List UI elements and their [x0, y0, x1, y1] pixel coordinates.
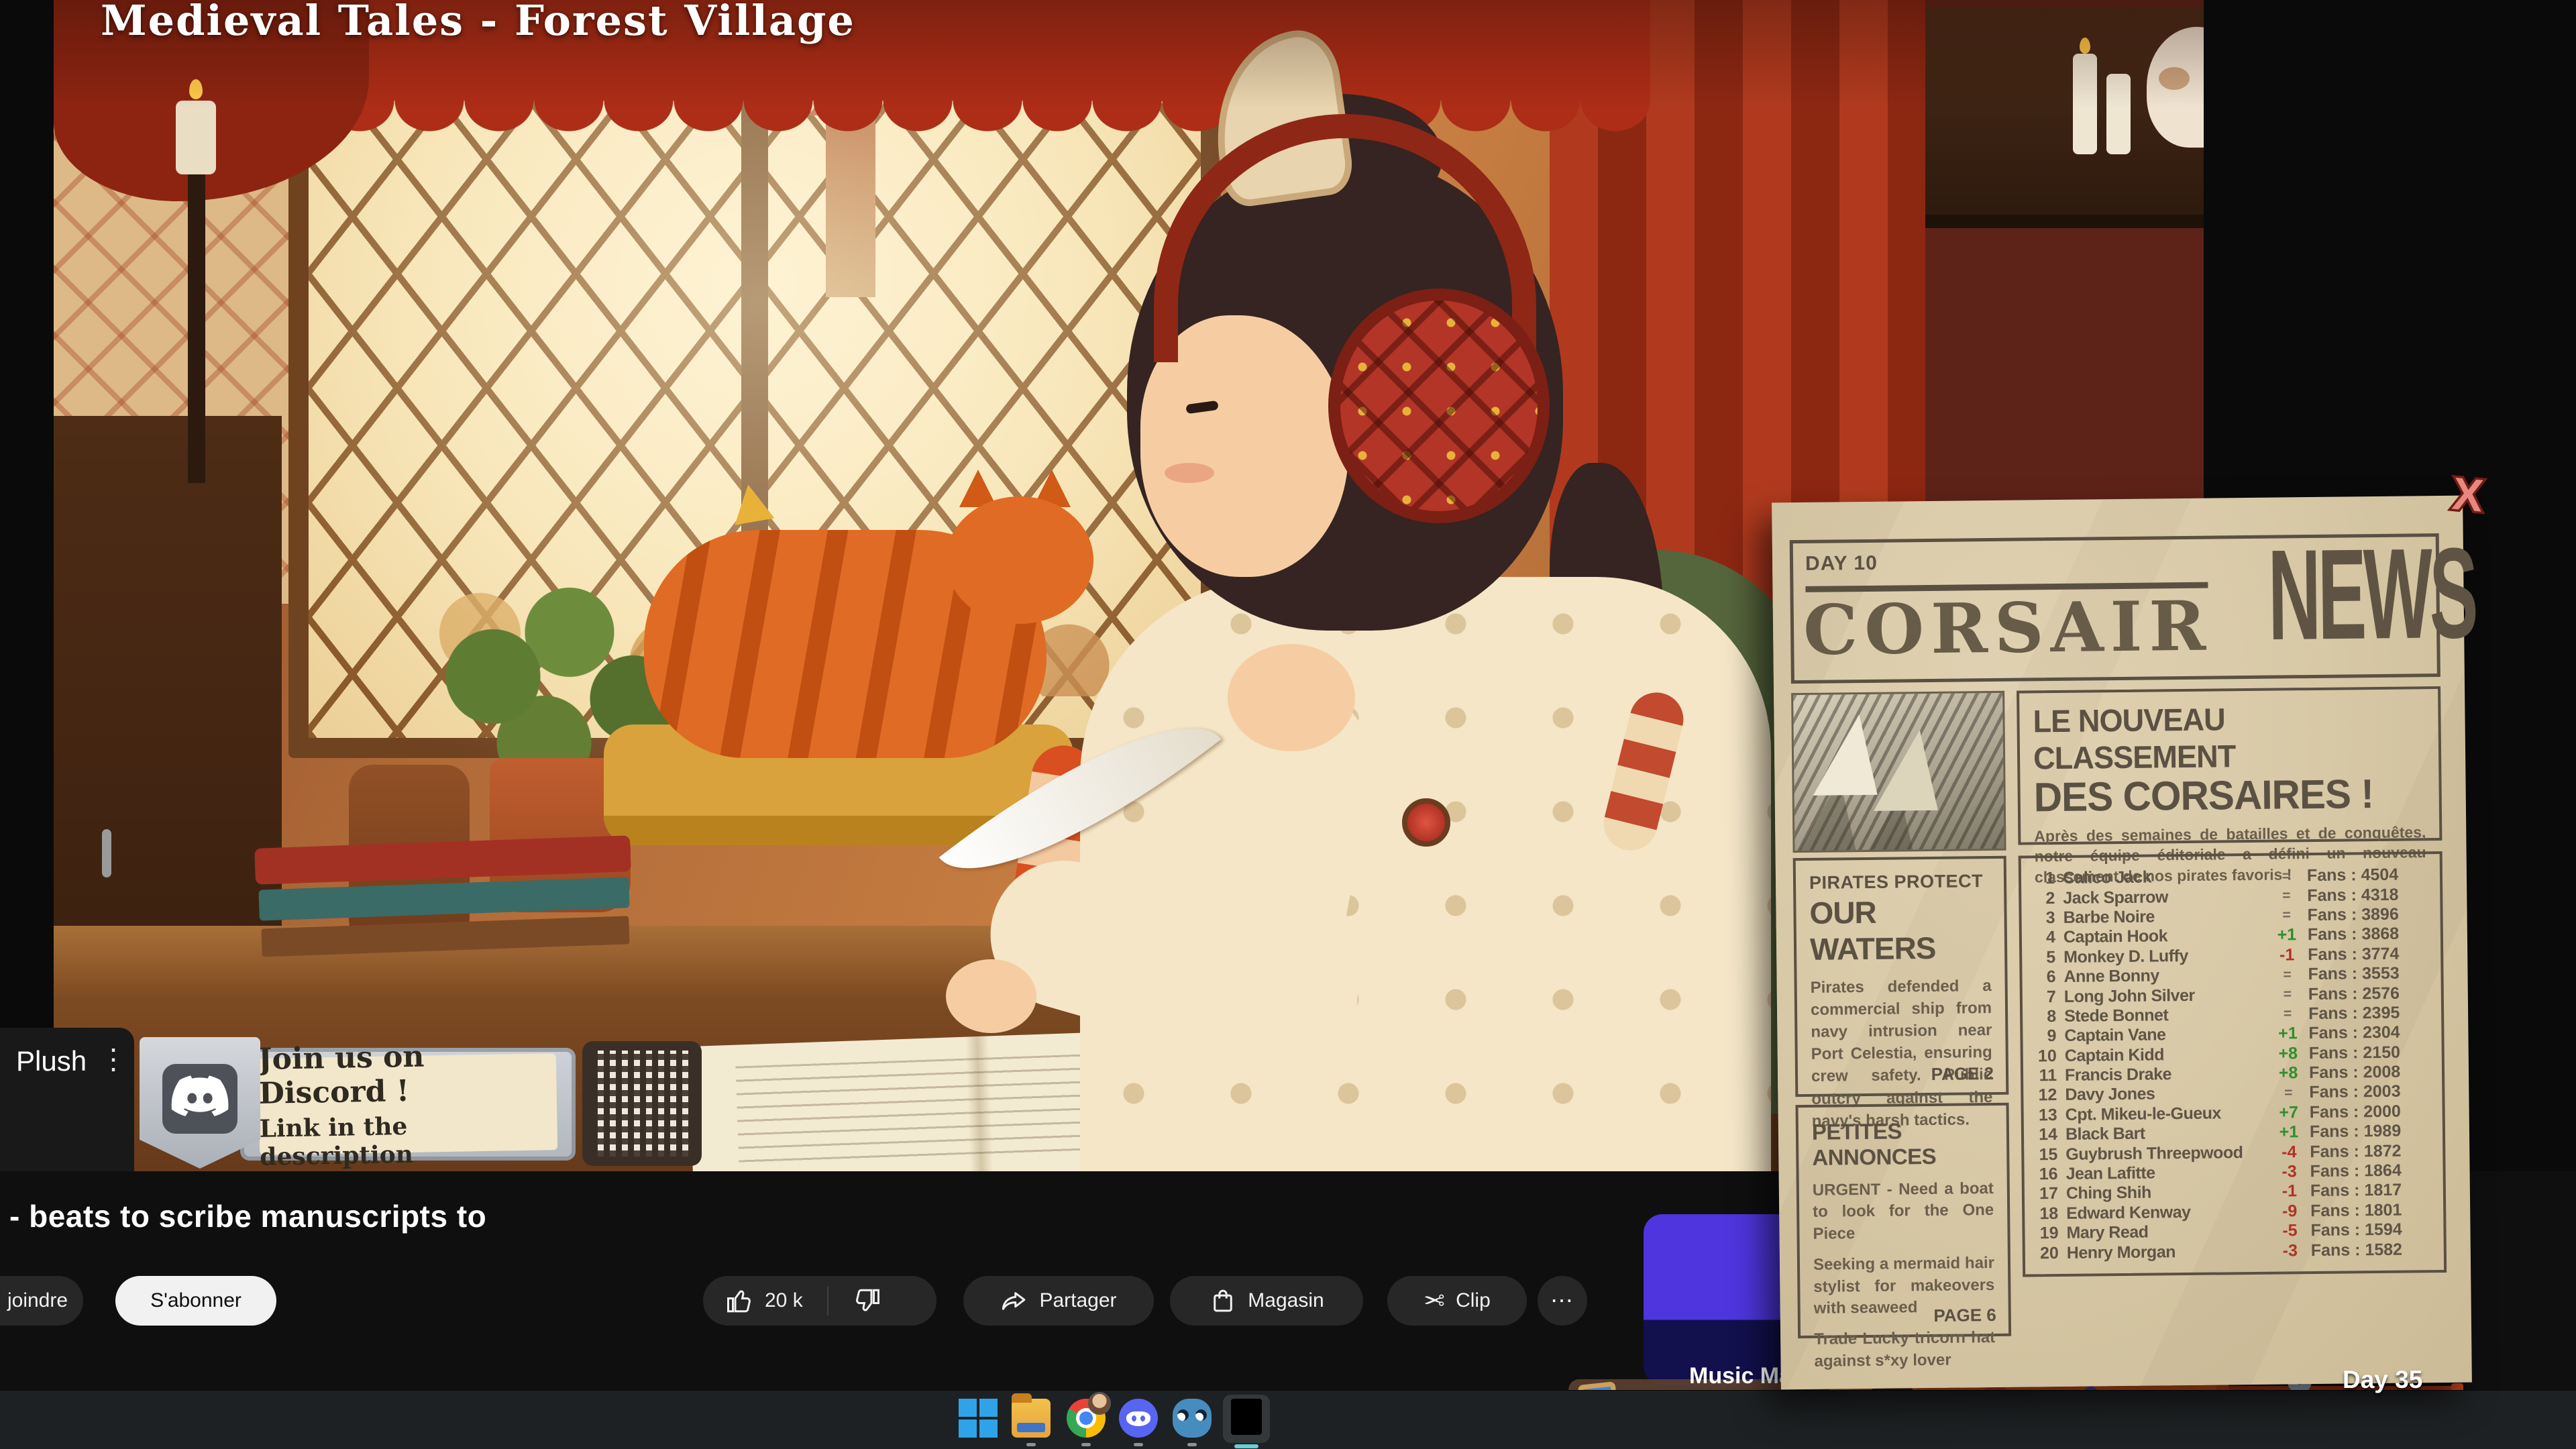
classifieds-ads: URGENT - Need a boat to look for the One…	[1813, 1178, 1996, 1373]
ship-engraving-image	[1791, 691, 2006, 853]
classifieds-title: PETITES ANNONCES	[1812, 1118, 1994, 1171]
join-button[interactable]: joindre	[0, 1276, 83, 1326]
day-counter: Day 35	[2343, 1366, 2422, 1394]
windows-start-icon[interactable]	[959, 1399, 998, 1438]
discord-banner-line1: Join us on Discord !	[258, 1037, 557, 1111]
file-explorer-icon[interactable]	[1012, 1399, 1051, 1438]
page-ref: PAGE 6	[1933, 1305, 1996, 1326]
active-app-indicator	[1234, 1444, 1258, 1448]
ranking-row: 20Henry Morgan-3Fans : 1582	[2036, 1240, 2433, 1264]
article-kicker: PIRATES PROTECT	[1809, 871, 1990, 894]
shopping-bag-icon	[1209, 1287, 1237, 1315]
classified-ad: Trade Lucky tricorn hat against s*xy lov…	[1814, 1327, 1996, 1373]
video-art-title: Medieval Tales - Forest Village	[101, 0, 855, 45]
share-icon	[1000, 1287, 1028, 1315]
more-actions-button[interactable]: ⋯	[1538, 1276, 1587, 1326]
discord-banner-line2: Link in the description	[259, 1110, 557, 1171]
discord-icon	[162, 1064, 237, 1134]
godot-icon[interactable]	[1173, 1399, 1212, 1438]
newspaper-day: DAY 10	[1805, 552, 1878, 576]
subscribe-button[interactable]: S'abonner	[115, 1276, 276, 1326]
thumbs-down-icon[interactable]	[853, 1287, 881, 1315]
ranking-headline-2: DES CORSAIRES !	[2033, 769, 2410, 820]
discord-banner: Join us on Discord ! Link in the descrip…	[140, 1048, 683, 1161]
ranking-article-intro: LE NOUVEAU CLASSEMENT DES CORSAIRES ! Ap…	[2017, 686, 2442, 845]
kebab-menu-icon[interactable]: ⋮	[99, 1042, 127, 1075]
ellipsis-icon: ⋯	[1550, 1287, 1574, 1314]
clip-button[interactable]: ✂ Clip	[1387, 1276, 1527, 1326]
shop-button[interactable]: Magasin	[1170, 1276, 1363, 1326]
corsair-news-window: X DAY 10 CORSAIR NEWS PIRATES PROTECT OU…	[1772, 496, 2472, 1390]
page-ref: PAGE 2	[1931, 1063, 1994, 1085]
close-icon[interactable]: X	[2450, 468, 2485, 523]
chrome-icon[interactable]	[1067, 1399, 1106, 1438]
ranking-list: 1Calico Jack=Fans : 45042Jack Sparrow=Fa…	[2019, 851, 2447, 1277]
discord-app-icon[interactable]	[1119, 1399, 1158, 1438]
classified-ad: URGENT - Need a boat to look for the One…	[1813, 1178, 1994, 1245]
article-headline: OUR WATERS	[1809, 893, 1991, 967]
chrome-profile-avatar	[1088, 1392, 1111, 1415]
newspaper-masthead: DAY 10 CORSAIR NEWS	[1790, 533, 2440, 684]
protect-article: PIRATES PROTECT OUR WATERS Pirates defen…	[1793, 856, 2009, 1097]
video-title: - beats to scribe manuscripts to	[9, 1198, 486, 1234]
desktop: Medieval Tales - Forest Village Join us …	[0, 0, 2576, 1449]
ranking-headline-1: LE NOUVEAU CLASSEMENT	[2033, 698, 2410, 776]
plush-product-popup[interactable]: Plush ⋮	[0, 1028, 134, 1171]
masthead-title-2: NEWS	[2267, 519, 2476, 669]
active-app-icon[interactable]	[1223, 1395, 1270, 1443]
scissors-icon: ✂	[1424, 1286, 1445, 1316]
masthead-title: CORSAIR	[1803, 586, 2212, 671]
recommendation-card-title: Music Ma	[1689, 1363, 1792, 1389]
share-button[interactable]: Partager	[963, 1276, 1154, 1326]
qr-code	[582, 1041, 702, 1166]
like-count: 20 k	[765, 1289, 803, 1312]
classifieds-section: PETITES ANNONCES URGENT - Need a boat to…	[1796, 1103, 2012, 1338]
windows-taskbar	[0, 1390, 2576, 1449]
thumbs-up-icon[interactable]	[726, 1287, 754, 1315]
like-dislike-group: 20 k	[703, 1276, 936, 1326]
scrollbar-thumb[interactable]	[102, 829, 111, 877]
plush-product-label: Plush	[16, 1045, 87, 1077]
